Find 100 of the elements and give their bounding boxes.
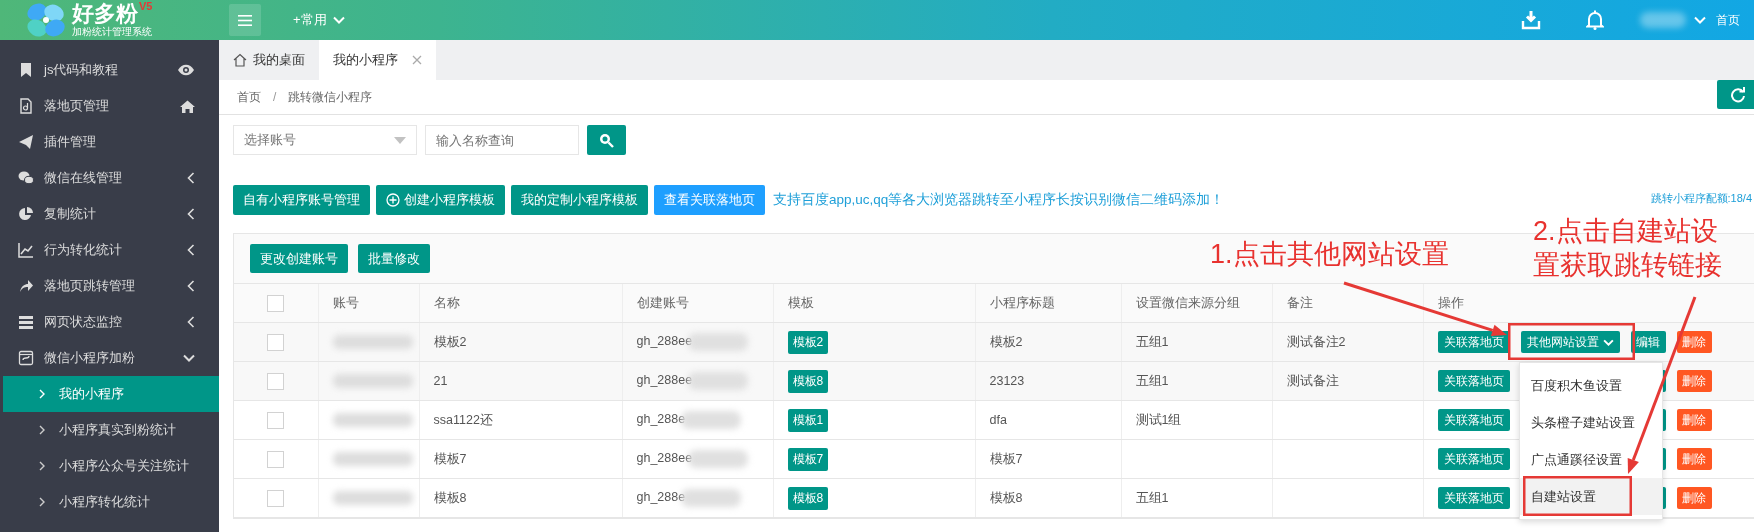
row-checkbox[interactable] (267, 411, 285, 429)
share-arrow-icon (18, 278, 34, 294)
link-landing-button[interactable]: 关联落地页 (1437, 409, 1510, 431)
sidebar-subitem[interactable]: 小程序公众号关注统计 (3, 448, 219, 484)
column-header: 操作 (1423, 284, 1754, 323)
chevron-down-icon (1602, 338, 1614, 346)
refresh-icon (1729, 86, 1746, 103)
template-tag: 模板8 (787, 486, 829, 510)
column-header: 模板 (773, 284, 975, 323)
table-cell: gh_288e (636, 412, 686, 427)
menu-toggle-button[interactable] (229, 4, 261, 36)
delete-button[interactable]: 删除 (1676, 331, 1712, 353)
app-window-icon (18, 350, 34, 366)
table-cell: 测试1组 (1121, 400, 1272, 440)
sidebar-subitem[interactable]: 小程序转化统计 (3, 484, 219, 520)
row-checkbox[interactable] (267, 489, 285, 507)
column-header: 设置微信来源分组 (1121, 284, 1272, 323)
sidebar-item[interactable]: 网页状态监控 (0, 304, 219, 340)
file-icon (18, 98, 34, 114)
eye-icon (177, 64, 195, 76)
page-tab[interactable]: 我的小程序 (319, 40, 436, 80)
template-tag: 模板8 (787, 369, 829, 393)
dropdown-item[interactable]: 广点通蹊径设置 (1520, 441, 1662, 478)
chevron-right-icon (39, 497, 45, 507)
sidebar-item[interactable]: 行为转化统计 (0, 232, 219, 268)
sidebar-item[interactable]: js代码和教程 (0, 52, 219, 88)
breadcrumb-link[interactable]: 首页 (237, 88, 261, 106)
sidebar-item[interactable]: 落地页跳转管理 (0, 268, 219, 304)
home-link[interactable]: 首页 (1716, 11, 1740, 29)
line-chart-icon (18, 242, 34, 258)
link-landing-button[interactable]: 关联落地页 (1437, 448, 1510, 470)
chevron-right-icon (39, 461, 45, 471)
close-icon[interactable] (412, 55, 422, 65)
table-cell: 测试备注 (1272, 361, 1423, 401)
table-toolbar-button[interactable]: 更改创建账号 (250, 244, 348, 273)
dropdown-triangle-icon (394, 136, 406, 144)
quick-menu[interactable]: +常用 (293, 11, 345, 29)
paper-plane-icon (18, 134, 34, 150)
column-header: 账号 (318, 284, 419, 323)
sidebar-subitem[interactable]: 小程序真实到粉统计 (3, 412, 219, 448)
search-button[interactable] (587, 125, 626, 155)
page-tab[interactable]: 我的桌面 (219, 40, 319, 80)
toolbar-button[interactable]: 创建小程序模板 (376, 185, 505, 215)
table-cell: ssa1122还 (419, 400, 622, 440)
chevron-right-icon (39, 425, 45, 435)
link-landing-button[interactable]: 关联落地页 (1437, 487, 1510, 509)
link-landing-button[interactable]: 关联落地页 (1437, 331, 1510, 353)
dropdown-item[interactable]: 头条橙子建站设置 (1520, 404, 1662, 441)
sidebar-subitem[interactable]: 我的小程序 (3, 376, 219, 412)
table-cell: 模板8 (419, 478, 622, 518)
sidebar-item[interactable]: 插件管理 (0, 124, 219, 160)
sidebar-item[interactable]: 复制统计 (0, 196, 219, 232)
table-cell: 模板2 (975, 322, 1121, 362)
sidebar-item[interactable]: 落地页管理 (0, 88, 219, 124)
home-outline-icon (233, 53, 247, 67)
dropdown-item[interactable]: 百度积木鱼设置 (1520, 367, 1662, 404)
blurred-username (1640, 12, 1686, 28)
search-icon (599, 132, 614, 148)
table-toolbar-button[interactable]: 批量修改 (358, 244, 430, 273)
row-checkbox[interactable] (267, 372, 285, 390)
table-cell: 模板7 (975, 439, 1121, 479)
column-header: 备注 (1272, 284, 1423, 323)
refresh-button[interactable] (1717, 80, 1754, 109)
server-icon (18, 314, 34, 330)
delete-button[interactable]: 删除 (1676, 370, 1712, 392)
sidebar-item[interactable]: 微信小程序加粉 (0, 340, 219, 376)
notice-text: 支持百度app,uc,qq等各大浏览器跳转至小程序长按识别微信二维码添加！ (773, 191, 1225, 209)
delete-button[interactable]: 删除 (1676, 487, 1712, 509)
column-header: 名称 (419, 284, 622, 323)
toolbar-button[interactable]: 查看关联落地页 (654, 185, 765, 215)
table-cell: gh_288ee (636, 373, 693, 388)
name-search-field[interactable]: 输入名称查询 (425, 125, 579, 155)
menu-icon (238, 14, 252, 26)
link-landing-button[interactable]: 关联落地页 (1437, 370, 1510, 392)
table-cell: 23123 (975, 361, 1121, 401)
breadcrumb-separator: / (273, 90, 277, 104)
row-checkbox[interactable] (267, 450, 285, 468)
other-sites-button[interactable]: 其他网站设置 (1520, 331, 1620, 353)
delete-button[interactable]: 删除 (1676, 448, 1712, 470)
delete-button[interactable]: 删除 (1676, 409, 1712, 431)
download-icon (1521, 10, 1541, 30)
annotation-text: 1.点击其他网站设置 (1210, 238, 1449, 271)
edit-button[interactable]: 编辑 (1630, 331, 1666, 353)
toolbar-button[interactable]: 自有小程序账号管理 (233, 185, 370, 215)
template-tag: 模板1 (787, 408, 829, 432)
account-select[interactable]: 选择账号 (233, 125, 417, 155)
chevron-right-icon (39, 389, 45, 399)
sidebar-item[interactable]: 微信在线管理 (0, 160, 219, 196)
bell-icon (1586, 10, 1604, 30)
row-checkbox[interactable] (267, 333, 285, 351)
toolbar-button[interactable]: 我的定制小程序模板 (511, 185, 648, 215)
chevron-down-icon (332, 16, 345, 24)
chevron-down-icon (1694, 16, 1706, 24)
table-cell: 模板8 (975, 478, 1121, 518)
table-cell: gh_288ee (636, 451, 693, 466)
table-cell: dfa (975, 400, 1121, 440)
select-all-checkbox[interactable] (267, 294, 285, 312)
column-header: 创建账号 (622, 284, 773, 323)
breadcrumb-link[interactable]: 跳转微信小程序 (288, 88, 373, 106)
table-cell: 五组1 (1121, 361, 1272, 401)
